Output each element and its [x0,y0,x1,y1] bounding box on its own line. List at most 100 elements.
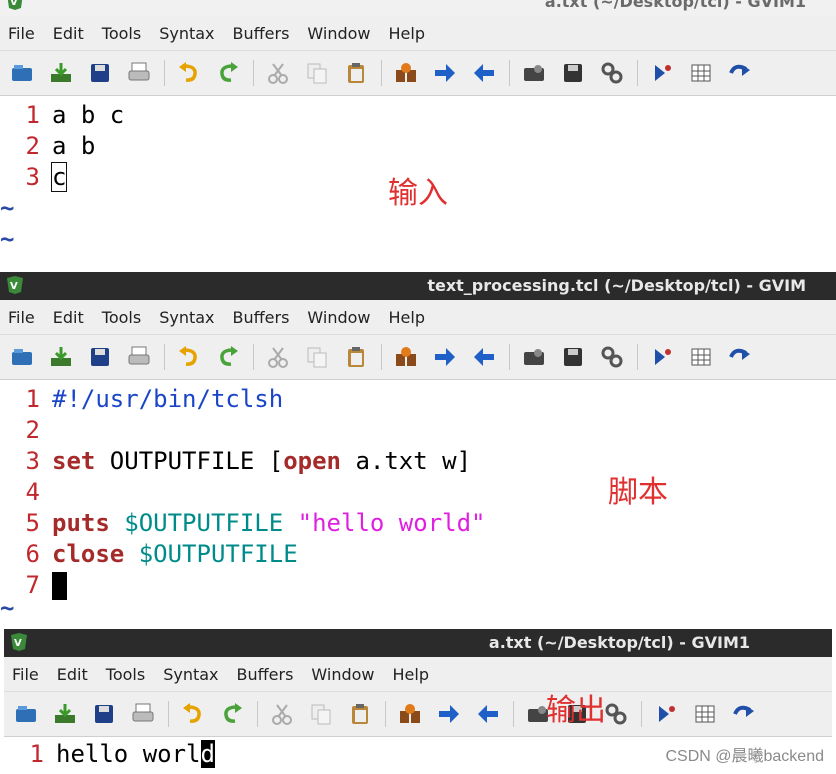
toolbar-separator [381,344,382,370]
redo-icon[interactable] [218,700,246,728]
cut-icon[interactable] [268,700,296,728]
print-icon[interactable] [129,700,157,728]
line-text: a b [52,132,96,160]
load-session-icon[interactable] [520,59,548,87]
code-line: 1 a b c [0,100,836,131]
menu-buffers[interactable]: Buffers [224,24,299,43]
menu-file[interactable]: File [4,665,48,684]
code-text: OUTPUTFILE [ [95,447,284,475]
shell-icon[interactable] [687,343,715,371]
save-download-icon[interactable] [47,59,75,87]
make-icon[interactable] [652,700,680,728]
find-next-icon[interactable] [431,59,459,87]
menu-buffers[interactable]: Buffers [228,665,303,684]
menu-syntax[interactable]: Syntax [150,24,223,43]
menu-bar: File Edit Tools Syntax Buffers Window He… [0,16,836,51]
save-session-icon[interactable] [559,59,587,87]
menu-file[interactable]: File [0,308,44,327]
menu-help[interactable]: Help [380,24,434,43]
title-bar: V text_processing.tcl (~/Desktop/tcl) - … [0,272,836,300]
redo-icon[interactable] [214,343,242,371]
toolbar-separator [164,344,165,370]
tags-icon[interactable] [726,343,754,371]
print-icon[interactable] [125,343,153,371]
save-icon[interactable] [86,343,114,371]
copy-icon[interactable] [303,59,331,87]
copy-icon[interactable] [303,343,331,371]
cut-icon[interactable] [264,343,292,371]
toolbar-separator [253,344,254,370]
undo-icon[interactable] [175,59,203,87]
save-icon[interactable] [86,59,114,87]
line-number: 3 [25,163,40,191]
save-download-icon[interactable] [47,343,75,371]
menu-window[interactable]: Window [298,24,379,43]
editor-area[interactable]: 1 #!/usr/bin/tclsh 2 3 set OUTPUTFILE [ope… [0,380,836,620]
undo-icon[interactable] [175,343,203,371]
paste-icon[interactable] [342,59,370,87]
save-icon[interactable] [90,700,118,728]
menu-syntax[interactable]: Syntax [150,308,223,327]
find-prev-icon[interactable] [470,343,498,371]
menu-window[interactable]: Window [298,308,379,327]
menu-edit[interactable]: Edit [48,665,97,684]
find-prev-icon[interactable] [474,700,502,728]
menu-tools[interactable]: Tools [93,308,150,327]
line-text: a b c [52,101,125,129]
toolbar [4,692,832,737]
run-script-icon[interactable] [602,700,630,728]
line-number: 1 [25,101,40,129]
find-next-icon[interactable] [435,700,463,728]
code-line: 4 [0,477,836,508]
empty-line-tilde: ~ [0,225,15,253]
load-session-icon[interactable] [520,343,548,371]
window-title: a.txt (~/Desktop/tcl) - GVIM1 [488,633,750,652]
paste-icon[interactable] [342,343,370,371]
make-icon[interactable] [648,59,676,87]
print-icon[interactable] [125,59,153,87]
find-replace-icon[interactable] [396,700,424,728]
shell-icon[interactable] [687,59,715,87]
find-prev-icon[interactable] [470,59,498,87]
make-icon[interactable] [648,343,676,371]
tags-icon[interactable] [730,700,758,728]
line-number: 1 [29,740,44,768]
code-line: 2 a b [0,131,836,162]
toolbar-separator [164,60,165,86]
menu-file[interactable]: File [0,24,44,43]
undo-icon[interactable] [179,700,207,728]
menu-edit[interactable]: Edit [44,308,93,327]
run-script-icon[interactable] [598,343,626,371]
vim-logo-icon: V [11,633,27,651]
open-icon[interactable] [8,343,36,371]
shell-icon[interactable] [691,700,719,728]
menu-help[interactable]: Help [384,665,438,684]
open-icon[interactable] [12,700,40,728]
save-session-icon[interactable] [559,343,587,371]
paste-icon[interactable] [346,700,374,728]
cut-icon[interactable] [264,59,292,87]
menu-window[interactable]: Window [302,665,383,684]
menu-syntax[interactable]: Syntax [154,665,227,684]
menu-help[interactable]: Help [380,308,434,327]
find-next-icon[interactable] [431,343,459,371]
line-number: 4 [25,478,40,506]
redo-icon[interactable] [214,59,242,87]
find-replace-icon[interactable] [392,59,420,87]
tags-icon[interactable] [726,59,754,87]
menu-buffers[interactable]: Buffers [224,308,299,327]
variable-text: $OUTPUTFILE [138,540,298,568]
line-number: 5 [25,509,40,537]
menu-tools[interactable]: Tools [93,24,150,43]
shebang-text: #!/usr/bin/tclsh [52,385,284,413]
text-cursor: c [50,162,68,192]
find-replace-icon[interactable] [392,343,420,371]
save-download-icon[interactable] [51,700,79,728]
run-script-icon[interactable] [598,59,626,87]
open-icon[interactable] [8,59,36,87]
menu-edit[interactable]: Edit [44,24,93,43]
menu-tools[interactable]: Tools [97,665,154,684]
code-line: 7 [0,570,836,601]
copy-icon[interactable] [307,700,335,728]
svg-text:V: V [10,281,18,292]
